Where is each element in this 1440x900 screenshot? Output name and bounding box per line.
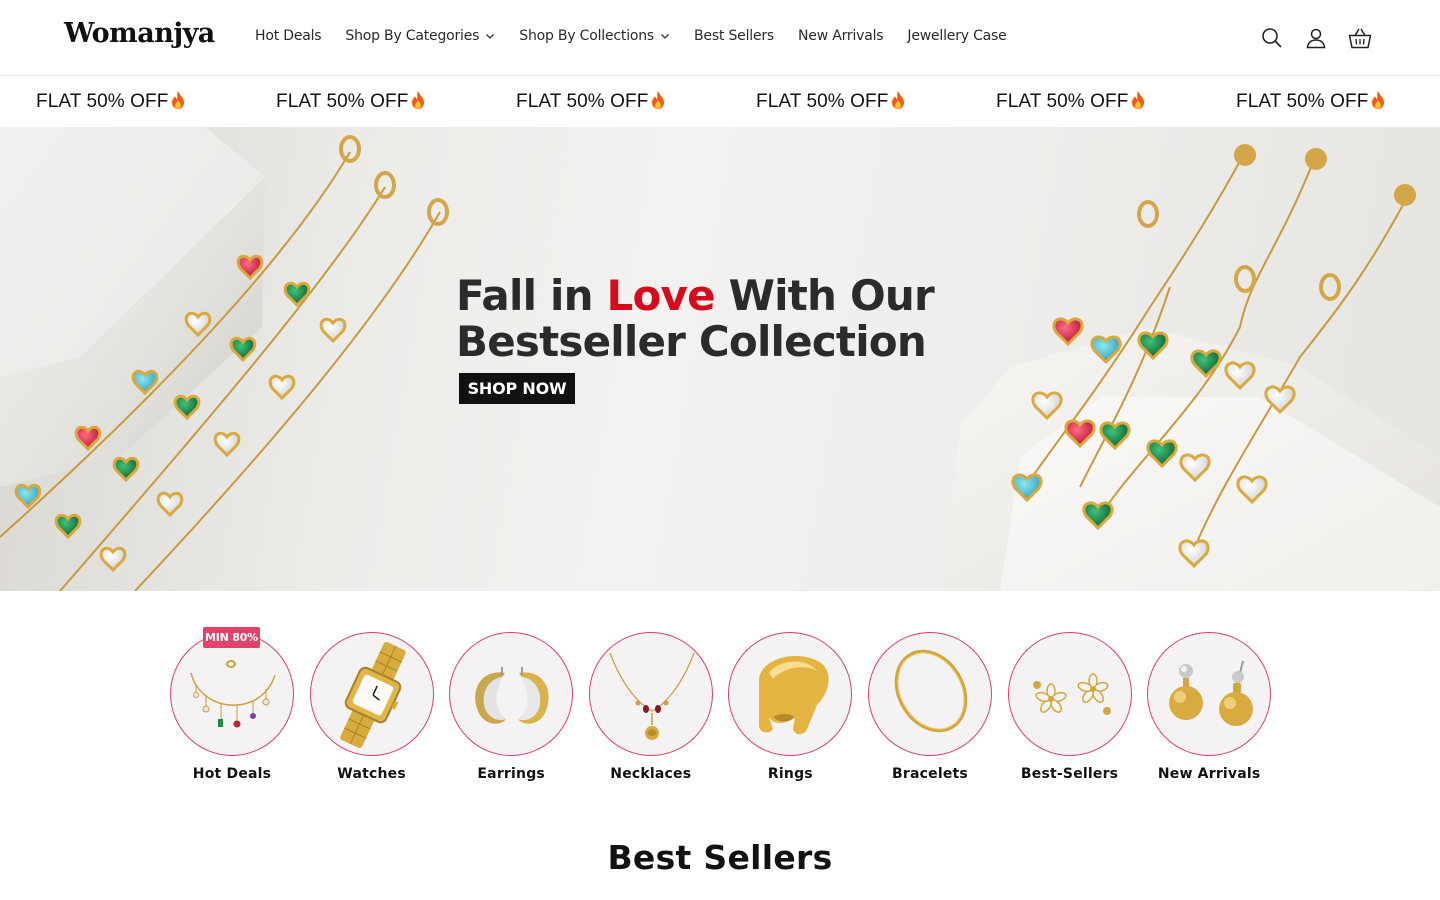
category-label: Bracelets [892, 766, 968, 782]
category-bracelets[interactable]: Bracelets [867, 632, 992, 782]
category-image [1147, 632, 1272, 756]
marquee-item-label: FLAT 50% OFF [996, 91, 1129, 112]
shop-now-button[interactable]: SHOP NOW [459, 373, 575, 404]
marquee-item: FLAT 50% OFF [516, 90, 666, 113]
nav-jewellery-case[interactable]: Jewellery Case [907, 28, 1006, 44]
ring-icon [759, 655, 830, 735]
marquee-item: FLAT 50% OFF [1236, 90, 1386, 113]
site-header: Womanjya Hot Deals Shop By Categories Sh… [0, 0, 1440, 76]
main-nav: Hot Deals Shop By Categories Shop By Col… [255, 28, 1031, 44]
chevron-down-icon [661, 34, 669, 39]
nav-best-sellers[interactable]: Best Sellers [694, 28, 774, 44]
bangle-icon [894, 649, 968, 733]
nav-new-arrivals-label: New Arrivals [798, 28, 884, 44]
category-image [728, 632, 853, 756]
chevron-down-icon [486, 34, 495, 39]
marquee-item-label: FLAT 50% OFF [516, 91, 649, 112]
marquee-item: FLAT 50% OFF [996, 90, 1146, 113]
nav-jewellery-case-label: Jewellery Case [907, 28, 1007, 44]
best-sellers-heading: Best Sellers [607, 838, 833, 877]
flower-earrings-icon [1032, 673, 1111, 715]
fire-icon [1132, 91, 1145, 109]
category-image [867, 632, 992, 756]
fire-icon [1372, 91, 1385, 109]
category-new-arrivals[interactable]: New Arrivals [1147, 632, 1272, 782]
category-image [588, 632, 713, 756]
hero-line-2: Bestseller Collection [456, 317, 927, 366]
hero-banner[interactable]: Fall in Love With Our Bestseller Collect… [0, 127, 1440, 591]
nav-hot-deals[interactable]: Hot Deals [255, 28, 322, 44]
drop-earrings-icon [1169, 660, 1254, 726]
fire-icon [172, 91, 185, 109]
nav-shop-by-categories[interactable]: Shop By Categories [345, 28, 495, 44]
nav-shop-by-collections[interactable]: Shop By Collections [519, 28, 670, 44]
hoop-earrings-icon [475, 667, 549, 724]
marquee-item-label: FLAT 50% OFF [756, 91, 889, 112]
category-image [170, 632, 294, 756]
announcement-marquee: FLAT 50% OFF FLAT 50% OFF FLAT 50% OFF F… [0, 77, 1440, 127]
category-label: Best-Sellers [1020, 766, 1119, 782]
hero-line-1: Fall in Love With Our [456, 271, 935, 320]
category-label: Necklaces [610, 766, 692, 782]
account-button[interactable] [1302, 24, 1330, 52]
nav-new-arrivals[interactable]: New Arrivals [798, 28, 884, 44]
nav-shop-by-collections-label: Shop By Collections [519, 28, 655, 44]
anklet-icon [190, 660, 276, 728]
category-label: New Arrivals [1157, 766, 1261, 782]
hero-line-1-suffix: With Our [714, 271, 935, 320]
category-watches[interactable]: Watches [309, 632, 434, 782]
marquee-item-label: FLAT 50% OFF [36, 91, 169, 112]
category-image [309, 632, 434, 756]
hero-line-1-prefix: Fall in [456, 271, 607, 320]
marquee-item: FLAT 50% OFF [36, 90, 186, 113]
header-icons [1242, 24, 1374, 52]
category-label: Rings [767, 766, 813, 782]
nav-hot-deals-label: Hot Deals [255, 28, 322, 44]
category-label: Hot Deals [192, 766, 272, 782]
necklace-icon [609, 652, 695, 740]
category-label: Watches [337, 766, 406, 782]
nav-shop-by-categories-label: Shop By Categories [345, 28, 480, 44]
logo[interactable]: Womanjya [64, 18, 215, 49]
marquee-item-label: FLAT 50% OFF [276, 91, 409, 112]
fire-icon [892, 91, 905, 109]
cart-icon [1348, 28, 1372, 49]
category-label: Earrings [477, 766, 545, 782]
category-hot-deals[interactable]: MIN 80% Hot Deals [170, 627, 294, 782]
hero-highlight: Love [606, 271, 716, 320]
category-image [1007, 632, 1132, 756]
account-icon [1306, 28, 1326, 49]
marquee-item-label: FLAT 50% OFF [1236, 91, 1369, 112]
category-best-sellers[interactable]: Best-Sellers [1007, 632, 1132, 782]
marquee-item: FLAT 50% OFF [756, 90, 906, 113]
watch-icon [339, 641, 406, 749]
fire-icon [652, 91, 665, 109]
marquee-item: FLAT 50% OFF [276, 90, 426, 113]
discount-badge: MIN 80% [203, 627, 261, 648]
fire-icon [412, 91, 425, 109]
logo-text: Womanjya [64, 18, 215, 49]
hero-headline: Fall in Love With Our Bestseller Collect… [456, 271, 935, 404]
cart-button[interactable] [1346, 24, 1374, 52]
search-icon [1262, 28, 1282, 48]
category-image [449, 632, 574, 756]
category-circles: MIN 80% Hot Deals Watches Earrings Neckl… [170, 627, 1287, 782]
category-earrings[interactable]: Earrings [449, 632, 574, 782]
nav-best-sellers-label: Best Sellers [694, 28, 775, 44]
category-rings[interactable]: Rings [728, 632, 853, 782]
search-button[interactable] [1258, 24, 1286, 52]
category-necklaces[interactable]: Necklaces [588, 632, 713, 782]
